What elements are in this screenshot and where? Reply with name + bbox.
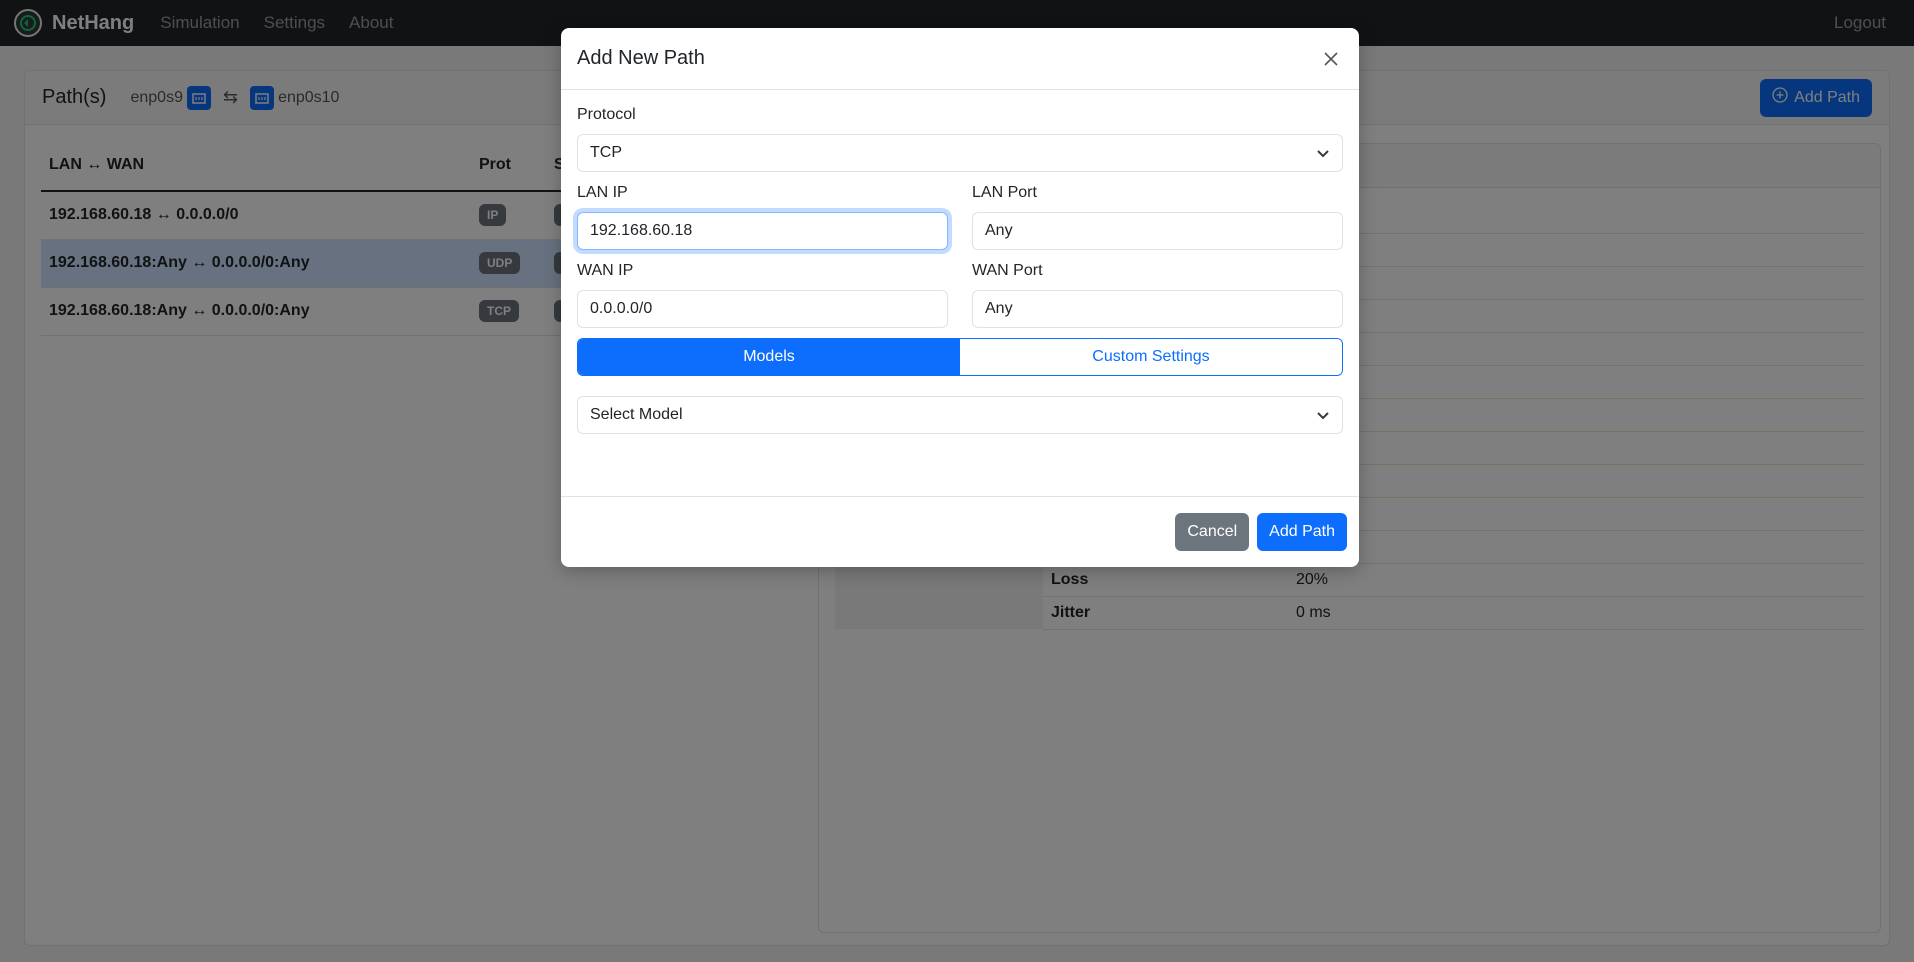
model-select-value: Select Model — [590, 406, 683, 423]
protocol-label: Protocol — [577, 106, 636, 123]
protocol-value: TCP — [590, 144, 622, 161]
lan-ip-label: LAN IP — [577, 184, 628, 201]
modal-title: Add New Path — [577, 47, 705, 69]
submit-add-path-button[interactable]: Add Path — [1257, 513, 1347, 551]
wan-ip-input[interactable]: 0.0.0.0/0 — [577, 290, 948, 328]
wan-port-label: WAN Port — [972, 262, 1043, 279]
chevron-down-icon — [1316, 146, 1330, 160]
add-path-modal: Add New Path Protocol TCP LAN IP 192.168… — [561, 28, 1359, 567]
mode-toggle: Models Custom Settings — [577, 338, 1343, 376]
lan-port-label: LAN Port — [972, 184, 1037, 201]
wan-port-input[interactable]: Any — [972, 290, 1343, 328]
tab-custom-settings[interactable]: Custom Settings — [960, 339, 1342, 375]
modal-footer: Cancel Add Path — [561, 496, 1359, 567]
modal-body: Protocol TCP LAN IP 192.168.60.18 LAN Po… — [561, 90, 1359, 434]
close-icon[interactable] — [1319, 47, 1343, 71]
chevron-down-icon — [1316, 408, 1330, 422]
protocol-select[interactable]: TCP — [577, 134, 1343, 172]
lan-ip-input[interactable]: 192.168.60.18 — [577, 212, 948, 250]
wan-ip-label: WAN IP — [577, 262, 634, 279]
lan-port-input[interactable]: Any — [972, 212, 1343, 250]
modal-header: Add New Path — [561, 28, 1359, 90]
cancel-button[interactable]: Cancel — [1175, 513, 1250, 551]
tab-models[interactable]: Models — [578, 339, 960, 375]
model-select[interactable]: Select Model — [577, 396, 1343, 434]
